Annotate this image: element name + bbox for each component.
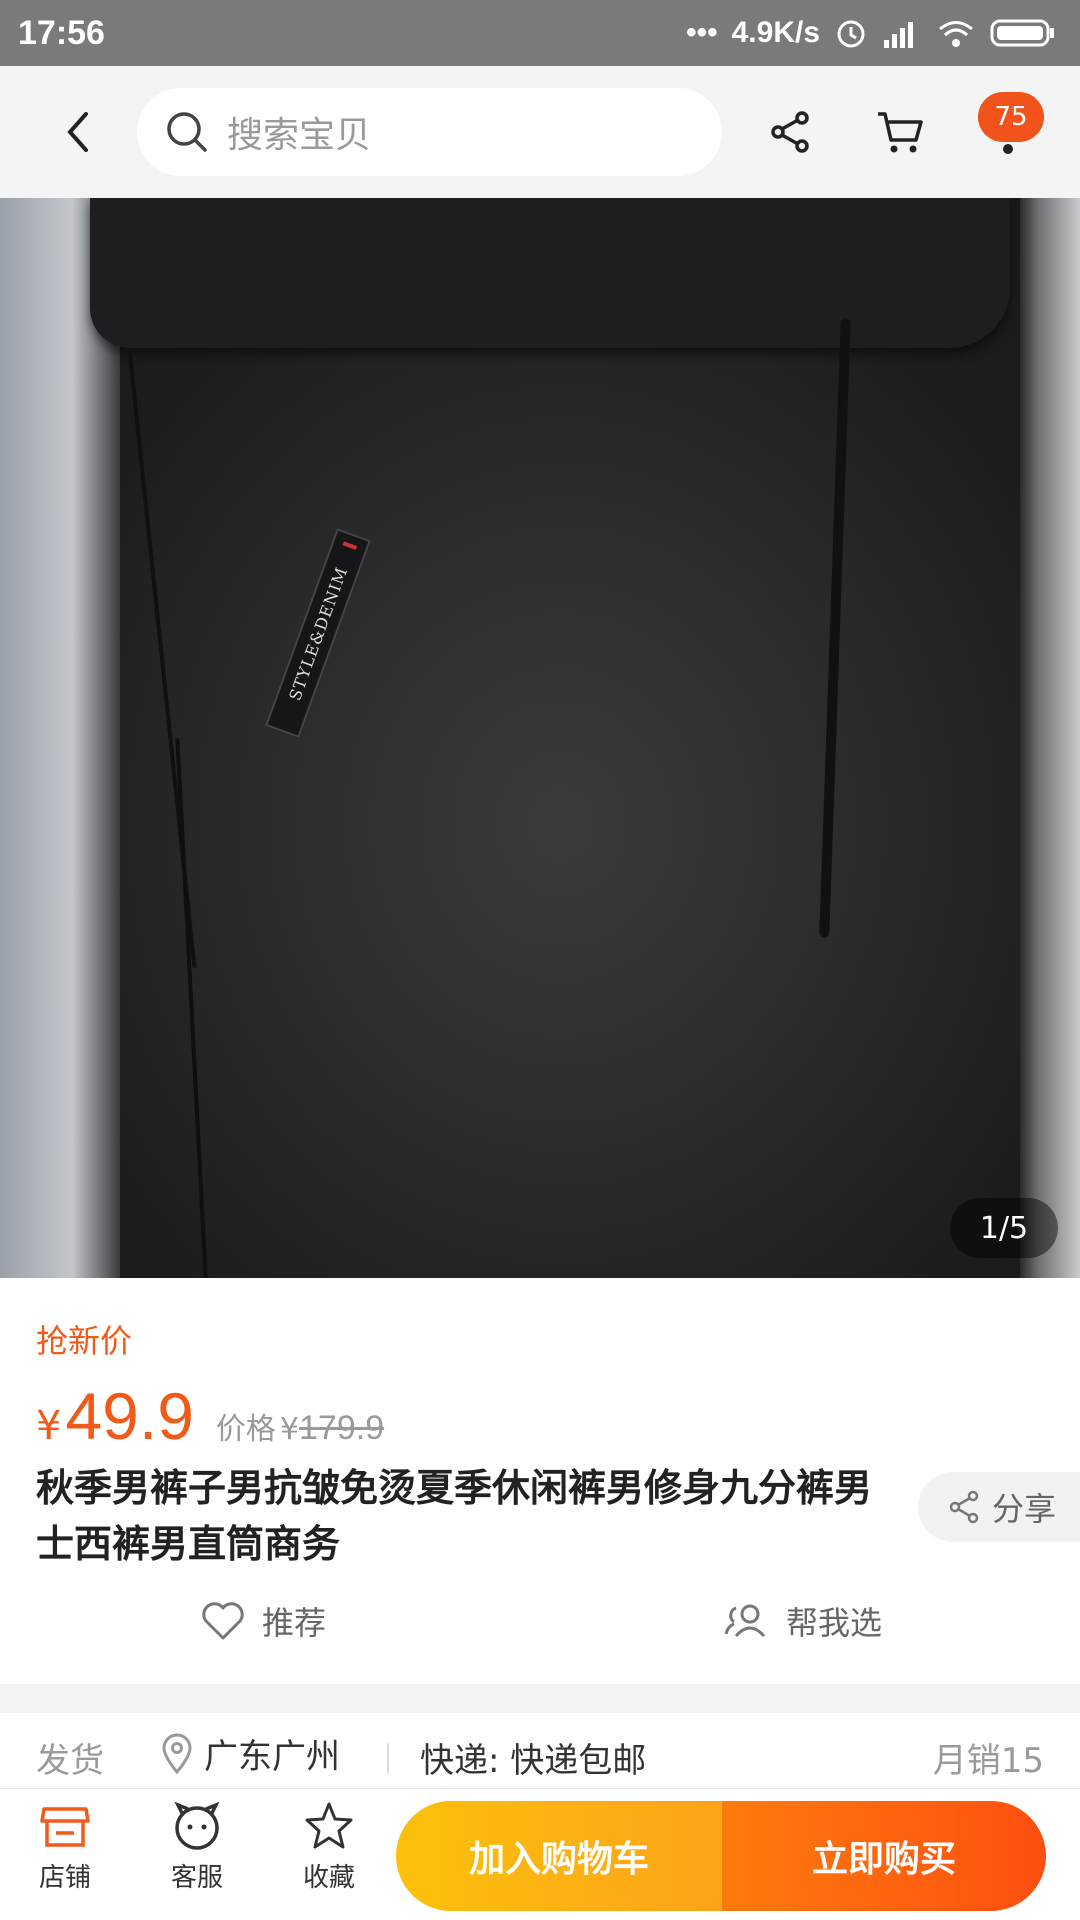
group-icon: [724, 1604, 766, 1638]
more-menu-dot[interactable]: [1003, 144, 1013, 154]
search-bar[interactable]: 搜索宝贝: [137, 88, 722, 176]
battery-icon: [990, 17, 1056, 49]
store-icon: [40, 1807, 90, 1847]
photo-shirt: [90, 198, 1010, 348]
search-icon: [167, 112, 207, 152]
promo-label: 抢新价: [36, 1322, 133, 1360]
share-pill-button[interactable]: 分享: [918, 1472, 1080, 1542]
share-icon: [771, 111, 809, 153]
shipping-location-text: 广东广州: [204, 1737, 340, 1777]
recommend-label: 推荐: [262, 1604, 327, 1642]
store-label: 店铺: [38, 1863, 91, 1893]
photo-pocket: [127, 348, 223, 968]
back-arrow-icon: [67, 112, 88, 152]
search-placeholder: 搜索宝贝: [227, 115, 372, 156]
share-button[interactable]: [758, 100, 822, 164]
current-price: 49.9: [65, 1379, 194, 1453]
status-time: 17:56: [18, 13, 105, 52]
product-info: 抢新价 ¥ 49.9 价格 ¥ 179.9 秋季男裤子男抗皱免烫夏季休闲裤男修身…: [0, 1278, 1080, 1684]
image-counter: 1/5: [950, 1198, 1058, 1258]
price-row: ¥ 49.9 价格 ¥ 179.9: [36, 1378, 384, 1454]
photo-fly: [819, 318, 851, 938]
network-speed: 4.9K/s: [731, 16, 820, 49]
top-nav: 搜索宝贝 75: [0, 66, 1080, 198]
original-price-label: 价格: [215, 1412, 276, 1447]
monthly-sales: 月销15: [932, 1741, 1044, 1781]
more-menu-badge[interactable]: 75: [978, 92, 1044, 142]
product-title: 秋季男裤子男抗皱免烫夏季休闲裤男修身九分裤男士西裤男直筒商务: [36, 1466, 873, 1566]
shipping-label: 发货: [36, 1741, 104, 1781]
express-info: 快递: 快递包邮: [420, 1741, 647, 1781]
shipping-location: 广东广州: [160, 1729, 340, 1778]
status-right: ••• 4.9K/s: [686, 16, 1056, 50]
star-icon: [305, 1802, 353, 1849]
signal-icon: [882, 18, 922, 48]
cart-button[interactable]: [868, 100, 932, 164]
shipping-row[interactable]: 发货 广东广州 快递: 快递包邮 月销15: [0, 1713, 1080, 1793]
pocket-tag-text: STYLE&DENIM: [284, 563, 352, 703]
favorite-label: 收藏: [302, 1863, 355, 1893]
back-button[interactable]: [48, 102, 108, 162]
favorite-button[interactable]: 收藏: [274, 1799, 384, 1911]
bottom-action-bar: 店铺 客服 收藏 加入购物车 立即购买: [0, 1788, 1080, 1920]
share-label: 分享: [992, 1490, 1057, 1528]
customer-service-button[interactable]: 客服: [142, 1799, 252, 1911]
alarm-icon: [834, 16, 868, 50]
status-dots: •••: [686, 16, 718, 49]
help-choose-label: 帮我选: [786, 1604, 883, 1642]
location-pin-icon: [162, 1733, 192, 1774]
heart-icon: [202, 1602, 244, 1640]
photo-background-right: [1020, 198, 1080, 1278]
cart-icon: [878, 112, 923, 153]
price-currency: ¥: [36, 1403, 62, 1449]
add-to-cart-button[interactable]: 加入购物车: [396, 1801, 722, 1911]
customer-service-label: 客服: [170, 1863, 223, 1893]
recommend-button[interactable]: 推荐: [200, 1598, 326, 1644]
product-actions: 推荐 帮我选: [0, 1598, 1080, 1668]
buy-now-button[interactable]: 立即购买: [722, 1801, 1046, 1911]
status-bar: 17:56 ••• 4.9K/s: [0, 0, 1080, 66]
wifi-icon: [936, 18, 976, 48]
original-price-currency: ¥: [279, 1412, 300, 1447]
photo-background-left: [0, 198, 120, 1278]
help-choose-button[interactable]: 帮我选: [722, 1598, 882, 1644]
store-button[interactable]: 店铺: [10, 1799, 120, 1911]
product-image-carousel[interactable]: STYLE&DENIM: [0, 198, 1080, 1278]
customer-service-icon: [174, 1801, 220, 1850]
original-price: 179.9: [299, 1409, 385, 1447]
share-icon: [949, 1490, 979, 1524]
pocket-tag: STYLE&DENIM: [265, 528, 371, 738]
shipping-divider: [387, 1743, 389, 1773]
